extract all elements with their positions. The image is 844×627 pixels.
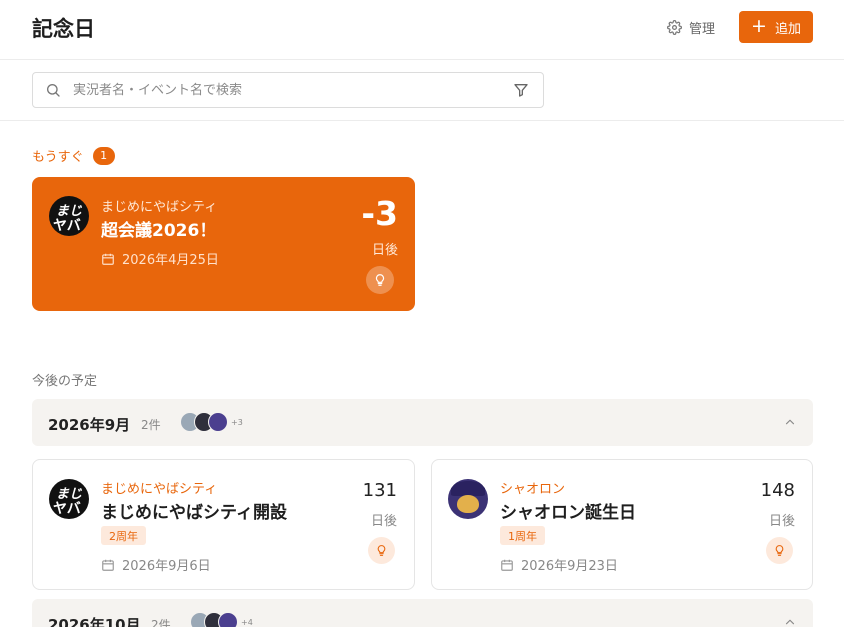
- channel-name: まじめにやばシティ: [101, 482, 218, 497]
- chevron-up-icon[interactable]: [783, 615, 797, 627]
- search-bar-area: [0, 60, 844, 121]
- page-title: 記念日: [32, 17, 95, 41]
- month-event-count: 2件: [151, 618, 171, 627]
- avatar-text-bottom: ヤバ: [53, 501, 81, 517]
- calendar-icon: [501, 559, 513, 571]
- event-date: 2026年9月6日: [101, 555, 211, 574]
- more-avatars-count: +4: [241, 617, 253, 627]
- featured-anniversary-card[interactable]: まじ ヤバ まじめにやばシティ 超会議2026！ 2026年4月25日 -3 日…: [32, 177, 415, 311]
- event-name: 超会議2026！: [101, 221, 217, 241]
- search-input[interactable]: [73, 73, 493, 107]
- plus-icon: +: [751, 14, 767, 37]
- days-unit: 日後: [371, 243, 398, 258]
- avatar: [208, 412, 228, 432]
- event-name: シャオロン誕生日: [500, 503, 636, 523]
- calendar-icon: [102, 559, 114, 571]
- upcoming-section-label: 今後の予定: [32, 374, 98, 389]
- event-date-text: 2026年4月25日: [122, 253, 219, 268]
- lightbulb-icon: [375, 274, 385, 286]
- more-avatars-count: +3: [231, 417, 243, 427]
- add-button[interactable]: + 追加: [739, 11, 813, 43]
- calendar-icon: [102, 253, 114, 265]
- anniversary-card[interactable]: シャオロン シャオロン誕生日 1周年 2026年9月23日 148 日後: [431, 459, 813, 590]
- event-date-text: 2026年9月6日: [122, 559, 211, 574]
- month-group-header[interactable]: 2026年10月 2件 +4: [32, 599, 813, 627]
- month-title: 2026年9月: [48, 416, 131, 434]
- idea-button[interactable]: [368, 537, 395, 564]
- channel-name: シャオロン: [500, 482, 566, 497]
- event-date-text: 2026年9月23日: [521, 559, 618, 574]
- avatar: [448, 479, 488, 519]
- add-label: 追加: [774, 21, 801, 37]
- avatar-text-bottom: ヤバ: [53, 218, 81, 234]
- manage-label: 管理: [689, 22, 716, 37]
- anniversary-card[interactable]: まじ ヤバ まじめにやばシティ まじめにやばシティ開設 2周年 2026年9月6…: [32, 459, 415, 590]
- idea-button[interactable]: [766, 537, 793, 564]
- lightbulb-icon: [775, 545, 784, 556]
- month-group-header[interactable]: 2026年9月 2件 +3: [32, 399, 813, 446]
- anniversary-badge: 2周年: [101, 526, 146, 545]
- days-count: -3: [361, 194, 398, 233]
- event-date: 2026年9月23日: [500, 555, 618, 574]
- days-unit: 日後: [370, 514, 397, 529]
- avatar: まじ ヤバ: [49, 196, 89, 236]
- month-avatar-stack: +4: [190, 612, 253, 627]
- month-event-count: 2件: [141, 418, 161, 432]
- lightbulb-icon: [377, 545, 386, 556]
- soon-label-text: もうすぐ: [32, 150, 84, 165]
- event-name: まじめにやばシティ開設: [101, 503, 287, 523]
- filter-icon[interactable]: [513, 82, 529, 98]
- manage-button[interactable]: 管理: [667, 18, 715, 37]
- event-date: 2026年4月25日: [101, 249, 219, 268]
- gear-icon: [667, 20, 682, 35]
- avatar: まじ ヤバ: [49, 479, 89, 519]
- avatar: [218, 612, 238, 627]
- soon-count-badge: 1: [92, 146, 115, 165]
- channel-name: まじめにやばシティ: [101, 200, 218, 215]
- days-count: 131: [362, 480, 397, 501]
- soon-section-label: もうすぐ 1: [32, 146, 115, 165]
- idea-button[interactable]: [366, 266, 394, 294]
- search-box: [32, 72, 544, 108]
- days-count: 148: [760, 480, 795, 501]
- month-avatar-stack: +3: [180, 412, 243, 432]
- days-unit: 日後: [768, 514, 795, 529]
- anniversary-badge: 1周年: [500, 526, 545, 545]
- app-header: 記念日 管理 + 追加: [0, 0, 844, 60]
- chevron-up-icon[interactable]: [783, 415, 797, 429]
- month-title: 2026年10月: [48, 616, 141, 627]
- search-icon: [47, 84, 60, 97]
